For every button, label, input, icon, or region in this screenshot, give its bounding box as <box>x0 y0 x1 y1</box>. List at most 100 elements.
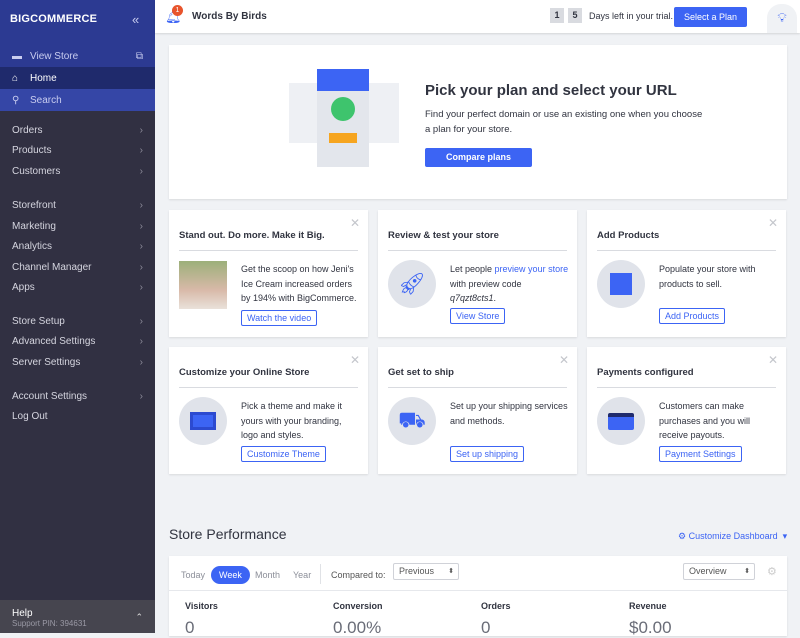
sidebar: BIGCOMMERCE « ▬ View Store ⧉ ⌂ Home ⚲ Search… <box>0 0 155 633</box>
tile-make-it-big: Stand out. Do more. Make it Big. ✕ Get t… <box>169 210 368 337</box>
sidebar-item-storefront[interactable]: Storefront › <box>12 200 143 211</box>
sidebar-item-log-out[interactable]: Log Out <box>12 411 143 422</box>
divider <box>388 387 567 388</box>
close-icon[interactable]: ✕ <box>768 216 778 230</box>
customize-dashboard-button[interactable]: ⚙ Customize Dashboard ▾ <box>678 531 787 542</box>
tile-review-store: Review & test your store 🚀︎ Let people p… <box>378 210 577 337</box>
chevron-right-icon: › <box>139 357 143 368</box>
metric-label: Conversion <box>333 601 383 611</box>
hero-text: Find your perfect domain or use an exist… <box>425 109 703 135</box>
truck-icon: ⛟ <box>388 397 436 445</box>
preview-store-link[interactable]: preview your store <box>495 264 569 274</box>
label: Apps <box>12 282 35 293</box>
store-performance-title: Store Performance <box>169 526 287 542</box>
sidebar-item-view-store[interactable]: ▬ View Store ⧉ <box>0 45 155 67</box>
sidebar-item-customers[interactable]: Customers › <box>12 166 143 177</box>
sidebar-item-analytics[interactable]: Analytics › <box>12 241 143 252</box>
collapse-sidebar-icon[interactable]: « <box>132 12 139 27</box>
support-pin: Support PIN: 394631 <box>12 619 87 628</box>
settings-gear-icon[interactable]: ⚙ <box>767 565 777 578</box>
sidebar-item-account-settings[interactable]: Account Settings › <box>12 391 143 402</box>
chevron-right-icon: › <box>139 125 143 136</box>
metric-label: Revenue <box>629 601 667 611</box>
home-icon: ⌂ <box>12 72 19 84</box>
trial-days-digit: 1 <box>550 8 564 23</box>
trial-text: Days left in your trial. <box>589 11 674 21</box>
label: Products <box>12 145 52 156</box>
customize-theme-button[interactable]: Customize Theme <box>241 446 326 462</box>
label: Orders <box>12 125 43 136</box>
help-section[interactable]: Help Support PIN: 394631 ⌃ <box>0 600 155 633</box>
tile-title: Review & test your store <box>388 230 499 241</box>
metric-value: 0 <box>481 618 491 637</box>
chevron-right-icon: › <box>139 391 143 402</box>
lightbulb-icon[interactable]: 💡︎ <box>767 4 797 33</box>
metric-value: 0 <box>185 618 195 637</box>
sidebar-item-store-setup[interactable]: Store Setup › <box>12 316 143 327</box>
rocket-icon: 🚀︎ <box>388 260 436 308</box>
range-week[interactable]: Week <box>211 566 250 584</box>
hero-title: Pick your plan and select your URL <box>425 82 677 99</box>
metric-label: Orders <box>481 601 511 611</box>
tile-title: Get set to ship <box>388 367 454 378</box>
bigcommerce-logo: BIGCOMMERCE <box>10 13 98 25</box>
payment-settings-button[interactable]: Payment Settings <box>659 446 742 462</box>
view-store-button[interactable]: View Store <box>450 308 506 324</box>
tile-payments: Payments configured ✕ Customers can make… <box>587 347 786 474</box>
range-today[interactable]: Today <box>181 566 205 584</box>
sidebar-item-apps[interactable]: Apps › <box>12 282 143 293</box>
tile-title: Add Products <box>597 230 660 241</box>
label: Log Out <box>12 411 48 422</box>
tile-title: Customize your Online Store <box>179 367 310 378</box>
help-label: Help <box>12 608 33 619</box>
view-store-label: View Store <box>30 50 79 62</box>
caret-down-icon: ▾ <box>777 531 788 541</box>
sidebar-item-search[interactable]: ⚲ Search <box>0 89 155 111</box>
credit-card-icon <box>597 397 645 445</box>
customer-photo <box>179 261 227 309</box>
sidebar-item-advanced-settings[interactable]: Advanced Settings › <box>12 336 143 347</box>
box-icon <box>597 260 645 308</box>
add-products-button[interactable]: Add Products <box>659 308 726 324</box>
select-plan-button[interactable]: Select a Plan <box>674 7 747 27</box>
metric-value: $0.00 <box>629 618 672 637</box>
close-icon[interactable]: ✕ <box>559 353 569 367</box>
sidebar-header: BIGCOMMERCE « ▬ View Store ⧉ ⌂ Home ⚲ Search <box>0 0 155 111</box>
close-icon[interactable]: ✕ <box>350 353 360 367</box>
range-month[interactable]: Month <box>255 566 280 584</box>
sidebar-item-marketing[interactable]: Marketing › <box>12 221 143 232</box>
text: Let people <box>450 264 495 274</box>
search-icon: ⚲ <box>12 94 20 106</box>
compared-to-label: Compared to: <box>331 570 386 580</box>
tile-text: Populate your store with products to sel… <box>659 264 756 289</box>
store-name: Words By Birds <box>192 11 267 22</box>
sidebar-item-products[interactable]: Products › <box>12 145 143 156</box>
chevron-right-icon: › <box>139 221 143 232</box>
close-icon[interactable]: ✕ <box>350 216 360 230</box>
divider <box>179 250 358 251</box>
tile-customize-store: Customize your Online Store ✕ Pick a the… <box>169 347 368 474</box>
tile-text: Let people preview your store with previ… <box>450 262 570 306</box>
chevron-right-icon: › <box>139 241 143 252</box>
external-link-icon: ⧉ <box>135 50 143 62</box>
sidebar-item-home[interactable]: ⌂ Home <box>0 67 155 89</box>
sidebar-item-orders[interactable]: Orders › <box>12 125 143 136</box>
chevron-right-icon: › <box>139 200 143 211</box>
sidebar-item-server-settings[interactable]: Server Settings › <box>12 357 143 368</box>
chevron-up-icon: ⌃ <box>135 612 143 622</box>
store-performance-panel: Today Week Month Year Compared to: Previ… <box>169 556 787 637</box>
metric-value: 0.00% <box>333 618 382 637</box>
trial-days-digit: 5 <box>568 8 582 23</box>
label: Analytics <box>12 241 53 252</box>
sidebar-item-channel-manager[interactable]: Channel Manager › <box>12 262 143 273</box>
compare-plans-button[interactable]: Compare plans <box>425 148 532 167</box>
preview-code: q7qzt8cts1 <box>450 293 494 303</box>
label: Customers <box>12 166 61 177</box>
view-select[interactable]: Overview ⬍ <box>683 563 755 580</box>
close-icon[interactable]: ✕ <box>768 353 778 367</box>
watch-video-button[interactable]: Watch the video <box>241 310 318 326</box>
divider <box>597 387 776 388</box>
compared-to-select[interactable]: Previous ⬍ <box>393 563 459 580</box>
setup-shipping-button[interactable]: Set up shipping <box>450 446 525 462</box>
range-year[interactable]: Year <box>293 566 311 584</box>
